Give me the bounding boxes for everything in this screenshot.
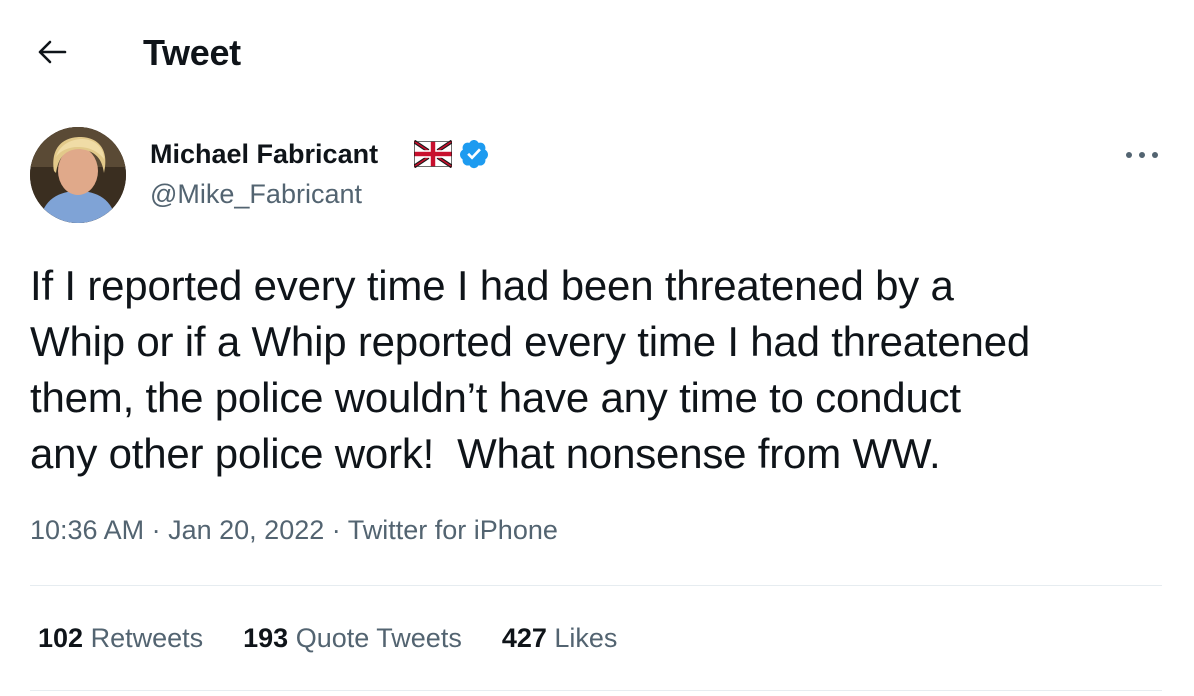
quote-tweets-stat[interactable]: 193 Quote Tweets	[243, 618, 462, 658]
verified-icon	[460, 140, 488, 169]
tweet-text: If I reported every time I had been thre…	[30, 262, 1031, 477]
tweet-meta: 10:36 AM · Jan 20, 2022 · Twitter for iP…	[30, 512, 558, 548]
meta-separator: ·	[151, 515, 161, 545]
arrow-left-icon	[38, 40, 67, 64]
likes-stat[interactable]: 427 Likes	[502, 618, 618, 658]
divider	[30, 585, 1162, 586]
avatar[interactable]	[30, 127, 126, 223]
tweet-stats: 102 Retweets 193 Quote Tweets 427 Likes	[38, 618, 657, 658]
more-button[interactable]	[1118, 135, 1166, 175]
quote-tweets-count: 193	[243, 623, 289, 653]
back-button[interactable]	[30, 30, 74, 74]
quote-tweets-label: Quote Tweets	[295, 623, 462, 653]
more-horizontal-icon	[1126, 152, 1158, 158]
avatar-photo	[30, 127, 126, 223]
retweets-stat[interactable]: 102 Retweets	[38, 618, 203, 658]
retweets-label: Retweets	[90, 623, 204, 653]
divider	[30, 690, 1162, 691]
author-name[interactable]: Michael Fabricant	[150, 137, 378, 171]
likes-count: 427	[501, 623, 547, 653]
tweet-source[interactable]: Twitter for iPhone	[348, 515, 558, 545]
likes-label: Likes	[554, 623, 618, 653]
tweet-header: Tweet	[0, 0, 1194, 100]
author-handle[interactable]: @Mike_Fabricant	[150, 178, 362, 210]
page-title: Tweet	[143, 32, 241, 73]
uk-flag-icon	[414, 140, 452, 168]
tweet-date[interactable]: Jan 20, 2022	[168, 515, 324, 545]
tweet-time[interactable]: 10:36 AM	[30, 515, 144, 545]
retweets-count: 102	[38, 623, 84, 653]
meta-separator: ·	[331, 515, 341, 545]
